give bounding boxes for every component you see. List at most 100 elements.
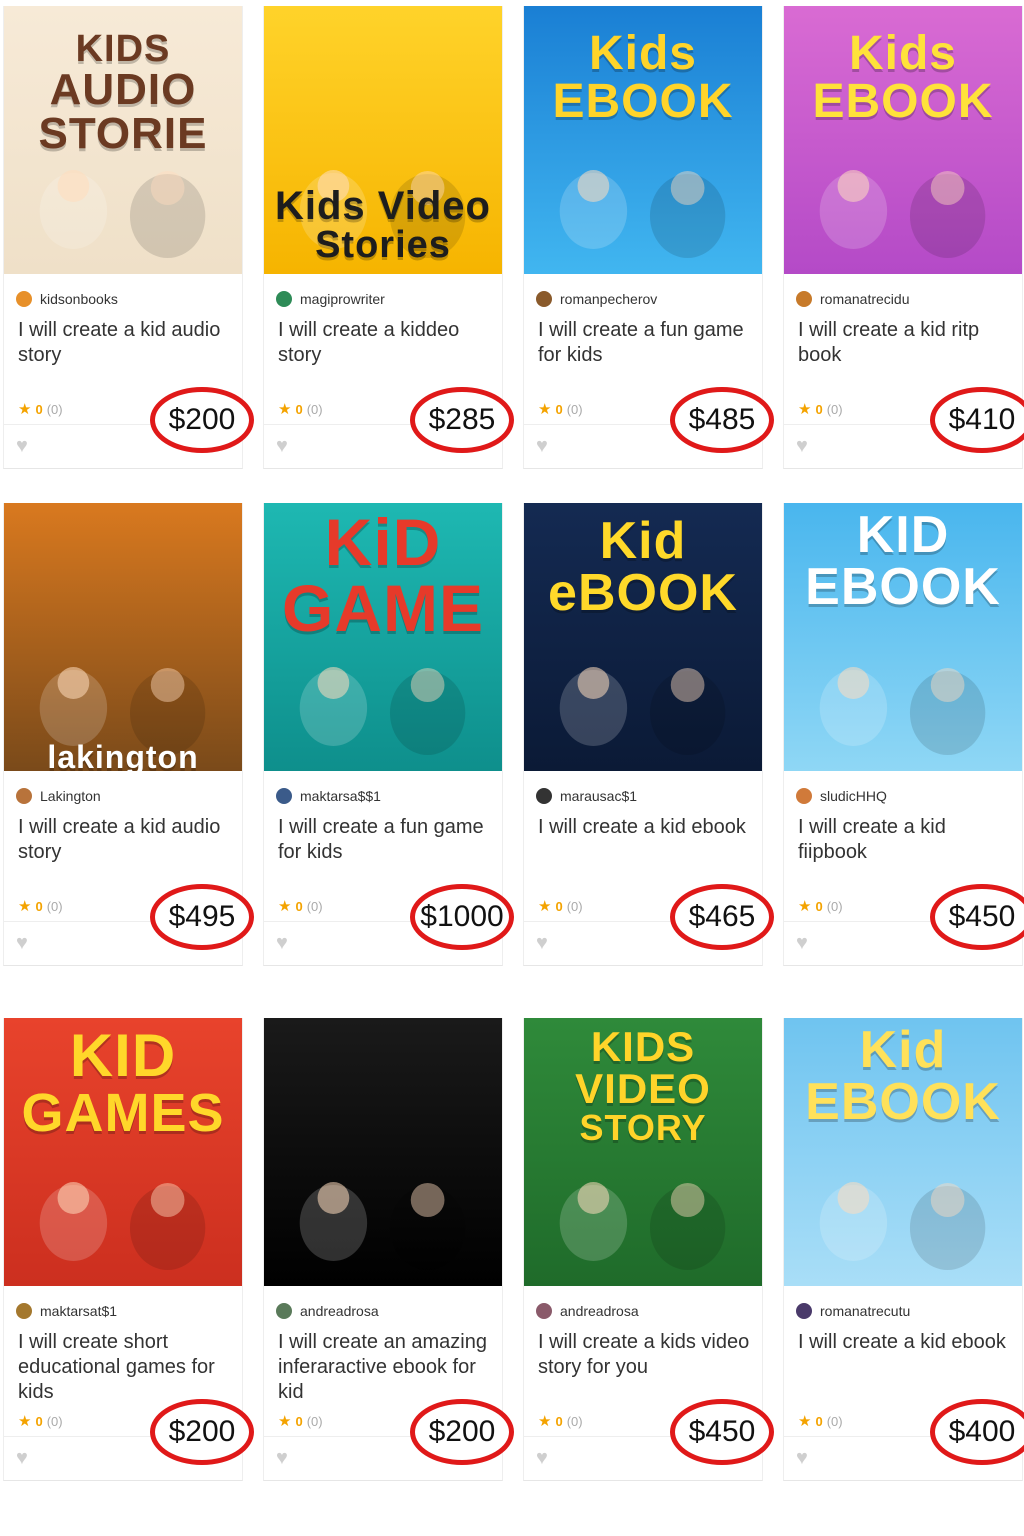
gig-card[interactable]: Kid eBOOK marausac$1 I will create a kid … [523,503,774,966]
gig-title[interactable]: I will create a fun game for kids [264,807,502,895]
seller-row[interactable]: romanpecherov [524,274,762,310]
gig-title[interactable]: I will create a kid ebook [784,1322,1022,1410]
seller-row[interactable]: andreadrosa [524,1286,762,1322]
seller-name[interactable]: andreadrosa [300,1303,379,1319]
gig-title[interactable]: I will create an amazing inferaractive e… [264,1322,502,1410]
review-count: (0) [46,1413,63,1429]
heart-icon[interactable]: ♥ [16,1447,28,1470]
gig-card[interactable]: Kids EBOOK romanpecherov I will create a … [523,6,774,469]
gig-card[interactable]: KIDS AUDIO STORIE kidsonbooks I will creat… [3,6,254,469]
price[interactable]: $410 [949,403,1016,437]
gig-card[interactable]: andreadrosa I will create an amazing inf… [263,1018,514,1481]
heart-icon[interactable]: ♥ [276,435,288,458]
seller-name[interactable]: romanatrecidu [820,291,910,307]
seller-name[interactable]: kidsonbooks [40,291,118,307]
heart-icon[interactable]: ♥ [796,435,808,458]
price[interactable]: $200 [169,403,236,437]
gig-card[interactable]: lakington Lakington I will create a kid … [3,503,254,966]
seller-row[interactable]: andreadrosa [264,1286,502,1322]
card-footer: ♥ $1000 [264,884,514,965]
price[interactable]: $450 [949,900,1016,934]
seller-row[interactable]: romanatrecidu [784,274,1022,310]
gig-card[interactable]: Kids Video Stories magiprowriter I will c… [263,6,514,469]
price[interactable]: $485 [689,403,756,437]
gig-card[interactable]: KIDS VIDEO STORY andreadrosa I will create… [523,1018,774,1481]
gig-thumbnail[interactable]: KiD GAME [264,503,502,771]
cover-title-line: lakington [47,739,199,771]
seller-name[interactable]: Lakington [40,788,101,804]
seller-name[interactable]: maktarsa$$1 [300,788,381,804]
star-icon: ★ [278,898,292,915]
heart-icon[interactable]: ♥ [276,932,288,955]
price[interactable]: $200 [429,1415,496,1449]
seller-name[interactable]: maktarsat$1 [40,1303,117,1319]
seller-row[interactable]: maktarsa$$1 [264,771,502,807]
gig-card[interactable]: KID EBOOK sludicHHQ I will create a kid f… [783,503,1024,966]
seller-row[interactable]: sludicHHQ [784,771,1022,807]
heart-icon[interactable]: ♥ [796,1447,808,1470]
seller-name[interactable]: sludicHHQ [820,788,887,804]
heart-icon[interactable]: ♥ [796,932,808,955]
star-icon: ★ [798,401,812,418]
seller-avatar [16,1303,32,1319]
gig-card[interactable]: KID GAMES maktarsat$1 I will create short… [3,1018,254,1481]
gig-card[interactable]: Kids EBOOK romanatrecidu I will create a … [783,6,1024,469]
seller-name[interactable]: andreadrosa [560,1303,639,1319]
gig-grid: KIDS AUDIO STORIE kidsonbooks I will creat… [0,0,1024,1536]
gig-thumbnail[interactable]: KIDS VIDEO STORY [524,1018,762,1286]
heart-icon[interactable]: ♥ [276,1447,288,1470]
seller-row[interactable]: romanatrecutu [784,1286,1022,1322]
heart-icon[interactable]: ♥ [16,435,28,458]
seller-row[interactable]: Lakington [4,771,242,807]
gig-title[interactable]: I will create short educational games fo… [4,1322,242,1410]
cover-title-line: KID [69,1022,177,1089]
gig-thumbnail[interactable]: Kid eBOOK [524,503,762,771]
gig-card[interactable]: KiD GAME maktarsa$$1 I will create a fun … [263,503,514,966]
price[interactable]: $200 [169,1415,236,1449]
gig-thumbnail[interactable]: Kids EBOOK [784,6,1022,274]
heart-icon[interactable]: ♥ [536,932,548,955]
cover-title-line: KIDS [75,28,171,70]
price[interactable]: $495 [169,900,236,934]
seller-name[interactable]: marausac$1 [560,788,637,804]
gig-thumbnail[interactable] [264,1018,502,1286]
gig-title[interactable]: I will create a kid fiipbook [784,807,1022,895]
seller-name[interactable]: romanpecherov [560,291,657,307]
gig-thumbnail[interactable]: Kids EBOOK [524,6,762,274]
cover-title-line: STORIE [38,109,208,158]
gig-title[interactable]: I will create a kid ebook [524,807,762,895]
seller-avatar [16,788,32,804]
gig-card[interactable]: Kid EBOOK romanatrecutu I will create a k… [783,1018,1024,1481]
gig-thumbnail[interactable]: KID EBOOK [784,503,1022,771]
gig-thumbnail[interactable]: Kids Video Stories [264,6,502,274]
gig-thumbnail[interactable]: Kid EBOOK [784,1018,1022,1286]
heart-icon[interactable]: ♥ [536,1447,548,1470]
rating-value: 0 [815,401,823,417]
gig-thumbnail[interactable]: KIDS AUDIO STORIE [4,6,242,274]
gig-thumbnail[interactable]: KID GAMES [4,1018,242,1286]
gig-thumbnail[interactable]: lakington [4,503,242,771]
gig-title[interactable]: I will create a kid audio story [4,310,242,398]
star-icon: ★ [18,1413,32,1430]
seller-row[interactable]: marausac$1 [524,771,762,807]
price[interactable]: $465 [689,900,756,934]
gig-title[interactable]: I will create a kiddeo story [264,310,502,398]
seller-row[interactable]: maktarsat$1 [4,1286,242,1322]
gig-title[interactable]: I will create a kid ritp book [784,310,1022,398]
seller-row[interactable]: kidsonbooks [4,274,242,310]
price[interactable]: $450 [689,1415,756,1449]
price[interactable]: $1000 [420,900,503,934]
gig-title[interactable]: I will create a fun game for kids [524,310,762,398]
gig-title[interactable]: I will create a kids video story for you [524,1322,762,1410]
cover-title-line: Kids [588,27,697,80]
heart-icon[interactable]: ♥ [536,435,548,458]
heart-icon[interactable]: ♥ [16,932,28,955]
price[interactable]: $400 [949,1415,1016,1449]
seller-name[interactable]: magiprowriter [300,291,385,307]
gig-title[interactable]: I will create a kid audio story [4,807,242,895]
seller-row[interactable]: magiprowriter [264,274,502,310]
cover-title: lakington [4,741,242,771]
seller-name[interactable]: romanatrecutu [820,1303,910,1319]
seller-avatar [796,788,812,804]
price[interactable]: $285 [429,403,496,437]
